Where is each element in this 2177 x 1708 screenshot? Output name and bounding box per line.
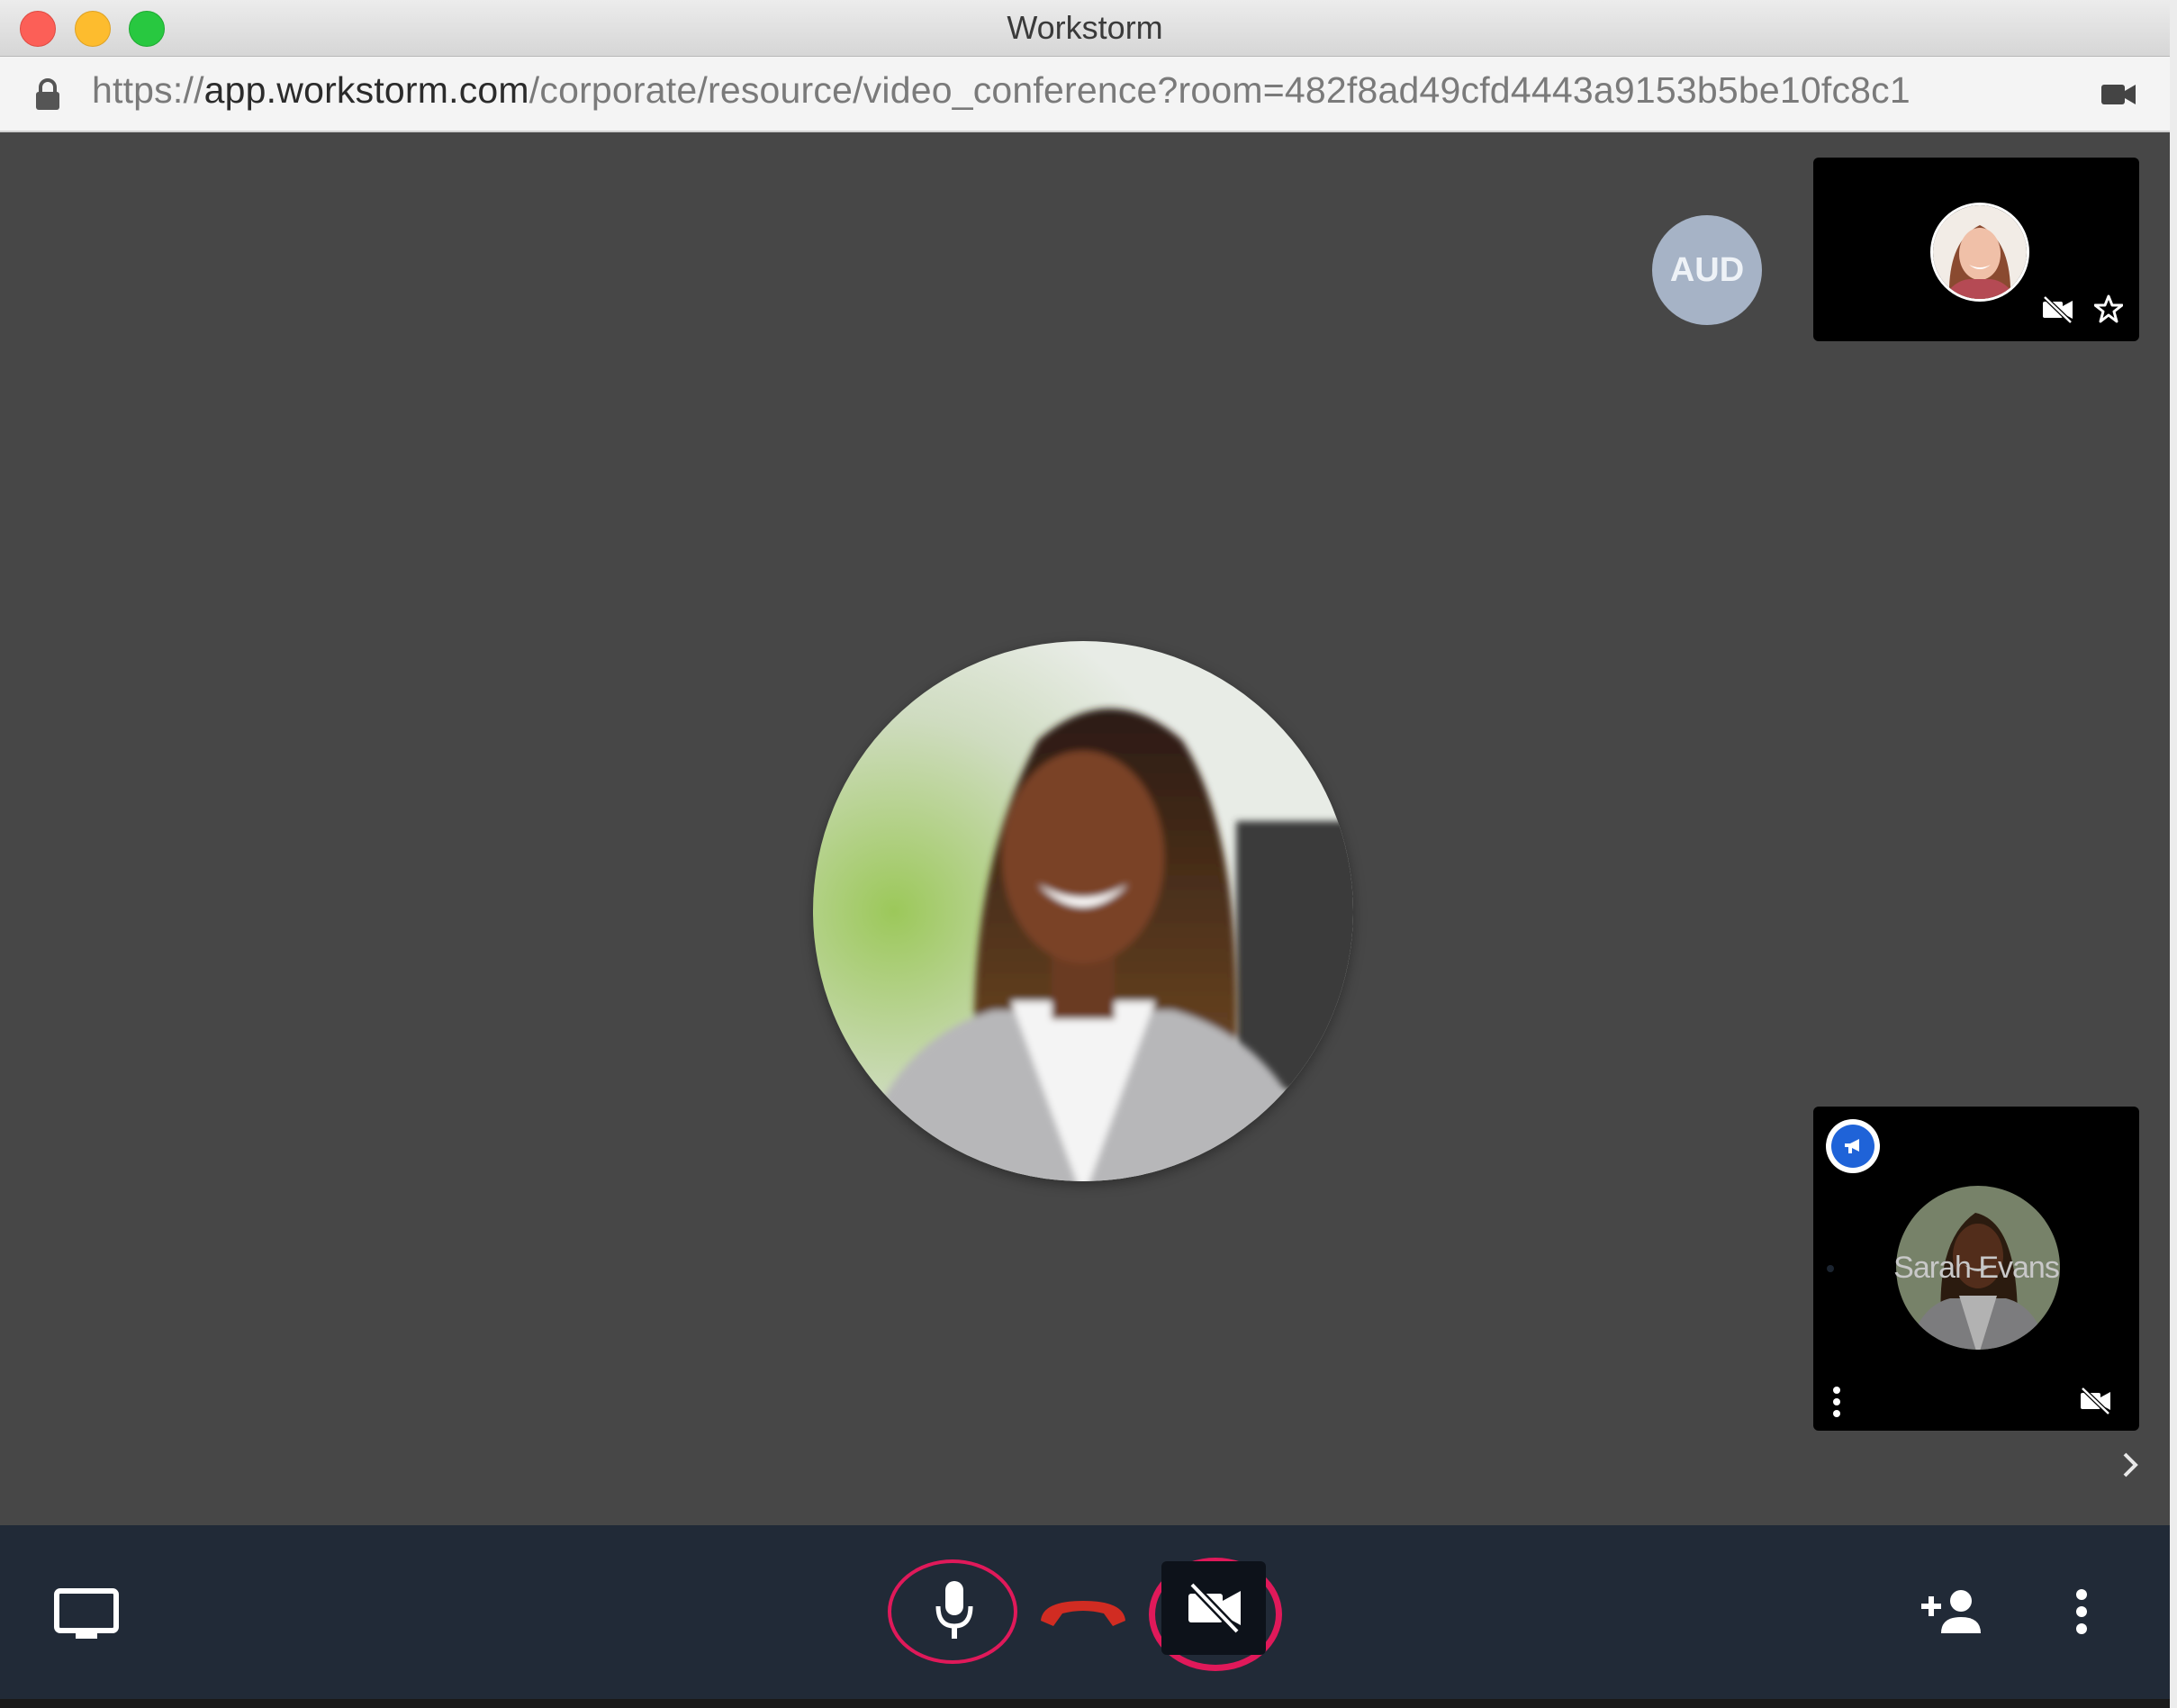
url-scheme: https:// — [92, 69, 204, 111]
self-video-thumbnail[interactable] — [1813, 158, 2139, 341]
chevron-right-icon[interactable] — [2119, 1449, 2141, 1481]
audience-badge: AUD — [1652, 215, 1762, 325]
call-toolbar — [0, 1525, 2170, 1699]
screen-share-icon[interactable] — [54, 1588, 119, 1642]
more-vertical-icon[interactable] — [1831, 1386, 1842, 1418]
presenter-badge — [1826, 1119, 1880, 1173]
megaphone-icon — [1845, 1139, 1859, 1153]
self-avatar — [1930, 203, 2029, 302]
add-person-icon[interactable] — [1920, 1588, 1984, 1635]
main-speaker-avatar — [813, 641, 1353, 1181]
url-path: /corporate/resource/video_conference?roo… — [528, 69, 1911, 111]
address-bar[interactable]: https://app.workstorm.com/corporate/reso… — [0, 57, 2170, 132]
video-off-icon — [2043, 296, 2073, 323]
camera-indicator-icon[interactable] — [2101, 82, 2137, 107]
window-titlebar: Workstorm — [0, 0, 2170, 57]
lock-icon — [36, 78, 59, 110]
window-title: Workstorm — [1007, 9, 1163, 46]
participant-name: Sarah Evans — [1893, 1251, 2060, 1285]
more-options-icon[interactable] — [2073, 1588, 2091, 1635]
window-edge — [2170, 0, 2177, 1708]
url-text[interactable]: https://app.workstorm.com/corporate/reso… — [92, 69, 1911, 112]
video-off-icon — [2081, 1387, 2110, 1414]
video-off-icon[interactable] — [1187, 1583, 1242, 1633]
url-host: app.workstorm.com — [203, 69, 529, 111]
microphone-icon[interactable] — [933, 1579, 976, 1642]
participant-thumbnail[interactable]: Sarah Evans — [1813, 1107, 2139, 1431]
video-stage: AUD Sarah Evans — [0, 132, 2170, 1525]
hang-up-icon[interactable] — [1037, 1594, 1129, 1630]
star-icon[interactable] — [2094, 294, 2123, 323]
status-dot — [1827, 1265, 1834, 1272]
